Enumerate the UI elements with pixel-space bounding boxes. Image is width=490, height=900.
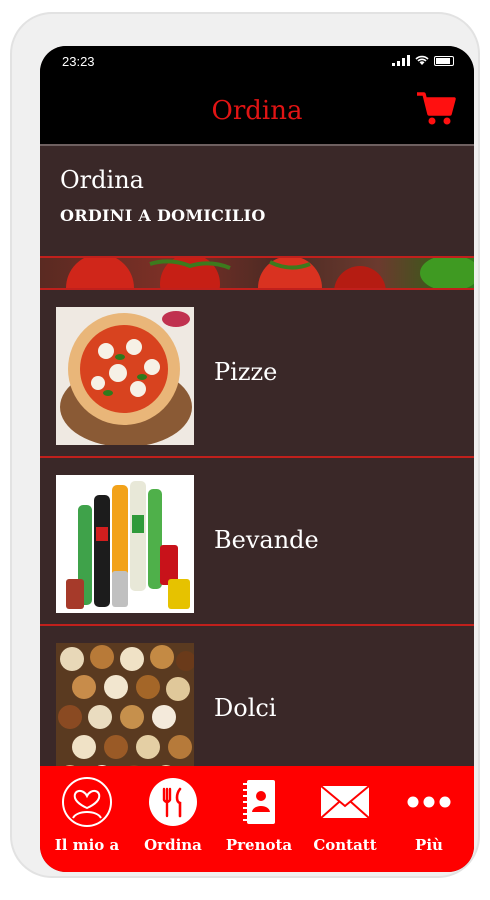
- battery-icon: [434, 56, 454, 66]
- signal-icon: [392, 55, 410, 66]
- status-bar: 23:23: [40, 46, 474, 76]
- app-screen: 23:23 Ordina Ordina ORDINI A DOMICILIO P…: [40, 46, 474, 872]
- more-dots-icon: [407, 796, 451, 808]
- profile-heart-icon: [62, 777, 112, 827]
- pastries-image: [56, 643, 194, 781]
- category-label: Bevande: [214, 526, 319, 554]
- tab-prenota[interactable]: Prenota: [216, 766, 302, 872]
- tab-label: Prenota: [225, 836, 293, 854]
- tomato-banner-image: [40, 256, 474, 290]
- category-list: Pizze Bevande Dolci: [40, 290, 474, 794]
- shopping-cart-icon[interactable]: [414, 86, 458, 130]
- tab-piu[interactable]: Più: [386, 766, 472, 872]
- category-label: Dolci: [214, 694, 277, 722]
- category-item-pizze[interactable]: Pizze: [40, 290, 474, 458]
- tab-label: Il mio a: [54, 836, 120, 854]
- wifi-icon: [415, 55, 429, 65]
- page-subtitle: ORDINI A DOMICILIO: [60, 206, 266, 225]
- tab-label: Più: [415, 836, 443, 854]
- page-title: Ordina: [60, 166, 144, 194]
- page-heading: Ordina ORDINI A DOMICILIO: [40, 146, 474, 256]
- envelope-icon: [320, 785, 370, 819]
- status-icons: [392, 55, 454, 66]
- tab-il-mio-account[interactable]: Il mio a: [44, 766, 130, 872]
- category-label: Pizze: [214, 358, 278, 386]
- pizza-image: [56, 307, 194, 445]
- drinks-image: [56, 475, 194, 613]
- fork-knife-icon: [149, 778, 197, 826]
- reservation-book-icon: [243, 780, 275, 824]
- bottom-tab-bar: Il mio a Ordina Prenota Contatt Più: [40, 766, 474, 872]
- app-header: Ordina: [40, 76, 474, 146]
- category-item-bevande[interactable]: Bevande: [40, 458, 474, 626]
- header-title: Ordina: [211, 96, 303, 126]
- phone-frame: 23:23 Ordina Ordina ORDINI A DOMICILIO P…: [10, 12, 480, 878]
- tab-ordina[interactable]: Ordina: [130, 766, 216, 872]
- tab-contatti[interactable]: Contatt: [302, 766, 388, 872]
- tab-label: Contatt: [313, 836, 377, 854]
- status-time: 23:23: [62, 54, 95, 69]
- tab-label: Ordina: [144, 836, 202, 854]
